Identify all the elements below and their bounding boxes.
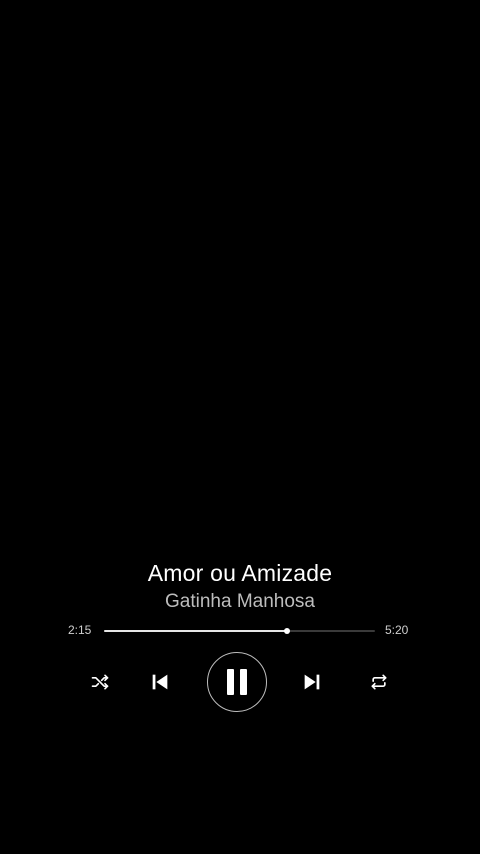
music-player: Amor ou Amizade Gatinha Manhosa 2:15 5:2… xyxy=(0,0,480,854)
progress-fill xyxy=(104,630,287,632)
song-title: Amor ou Amizade xyxy=(147,560,333,586)
previous-button[interactable] xyxy=(148,670,172,694)
next-button[interactable] xyxy=(300,670,324,694)
skip-next-icon xyxy=(304,674,320,690)
pause-button[interactable] xyxy=(207,652,267,712)
elapsed-time: 2:15 xyxy=(68,623,92,637)
shuffle-button[interactable] xyxy=(88,670,112,694)
skip-previous-icon xyxy=(152,674,168,690)
total-duration: 5:20 xyxy=(385,623,409,637)
repeat-button[interactable] xyxy=(367,670,391,694)
progress-bar[interactable] xyxy=(104,628,375,634)
artist-name: Gatinha Manhosa xyxy=(165,591,315,612)
progress-thumb[interactable] xyxy=(283,628,290,634)
repeat-icon xyxy=(371,674,387,690)
pause-icon xyxy=(227,669,247,695)
shuffle-icon xyxy=(91,674,109,690)
